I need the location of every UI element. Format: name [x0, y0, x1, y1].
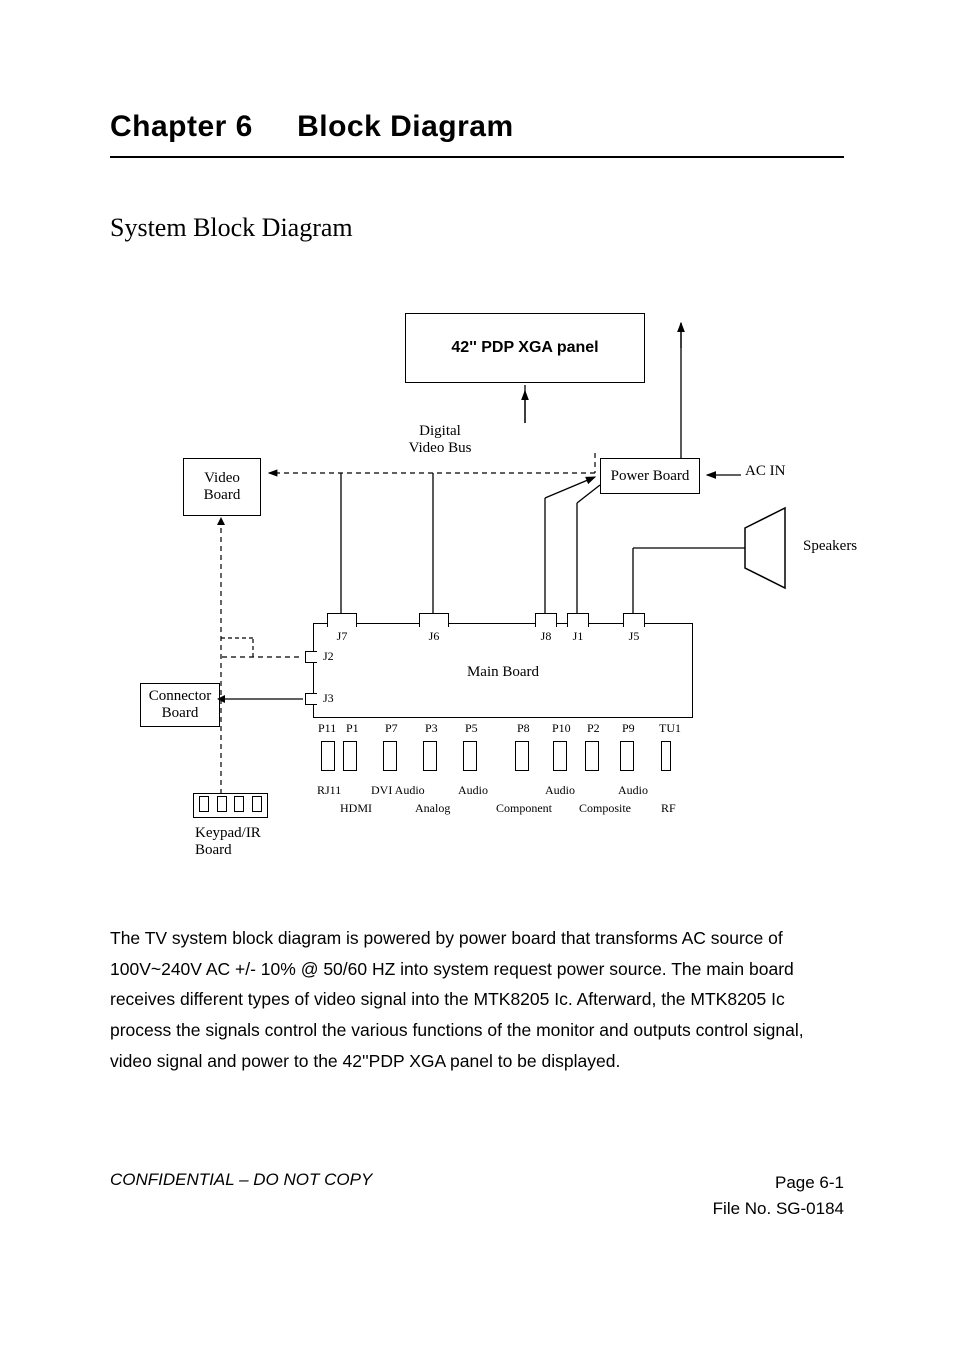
composite-label: Composite: [579, 801, 631, 816]
j1-label: J1: [563, 629, 593, 644]
ac-in-label: AC IN: [745, 463, 785, 480]
j5-port: [623, 613, 645, 627]
dvi-audio-label: DVI Audio: [371, 783, 425, 798]
chapter-title: Chapter 6 Block Diagram: [110, 110, 844, 158]
keypad-ir-box: [193, 793, 268, 818]
port-p11: [321, 741, 335, 771]
p11-label: P11: [318, 721, 336, 736]
port-p2: [585, 741, 599, 771]
port-p3: [423, 741, 437, 771]
j6-port: [419, 613, 449, 627]
j5-label: J5: [619, 629, 649, 644]
j7-port: [327, 613, 357, 627]
p7-label: P7: [385, 721, 398, 736]
analog-label: Analog: [415, 801, 450, 816]
panel-box: 42'' PDP XGA panel: [405, 313, 645, 383]
j3-label: J3: [323, 691, 334, 706]
port-tu1: [661, 741, 671, 771]
port-p1: [343, 741, 357, 771]
section-title: System Block Diagram: [110, 213, 844, 243]
p2-label: P2: [587, 721, 600, 736]
j2-label: J2: [323, 649, 334, 664]
p3-label: P3: [425, 721, 438, 736]
j8-label: J8: [531, 629, 561, 644]
rj11-label: RJ11: [317, 783, 341, 798]
p8-label: P8: [517, 721, 530, 736]
j8-port: [535, 613, 557, 627]
main-board-label: Main Board: [314, 664, 692, 681]
p9-label: P9: [622, 721, 635, 736]
connector-board-box: Connector Board: [140, 683, 220, 727]
footer-confidential: CONFIDENTIAL – DO NOT COPY: [110, 1170, 372, 1221]
j2-port: [305, 651, 317, 663]
port-p10: [553, 741, 567, 771]
footer: CONFIDENTIAL – DO NOT COPY Page 6-1 File…: [110, 1170, 844, 1221]
digital-video-bus-label: Digital Video Bus: [385, 423, 495, 457]
footer-file-no: File No. SG-0184: [713, 1196, 844, 1222]
p1-label: P1: [346, 721, 359, 736]
rf-label: RF: [661, 801, 676, 816]
page: Chapter 6 Block Diagram System Block Dia…: [0, 0, 954, 1351]
p5-label: P5: [465, 721, 478, 736]
audio-label-3: Audio: [618, 783, 648, 798]
port-p5: [463, 741, 477, 771]
footer-page: Page 6-1: [713, 1170, 844, 1196]
audio-label-1: Audio: [458, 783, 488, 798]
keypad-ir-label: Keypad/IR Board: [195, 825, 261, 859]
video-board-box: Video Board: [183, 458, 261, 516]
port-p8: [515, 741, 529, 771]
port-p9: [620, 741, 634, 771]
block-diagram: 42'' PDP XGA panel Video Board Digital V…: [125, 273, 845, 893]
body-paragraph: The TV system block diagram is powered b…: [110, 923, 844, 1076]
chapter-number: Chapter 6: [110, 110, 253, 143]
power-board-box: Power Board: [600, 458, 700, 494]
tu1-label: TU1: [659, 721, 681, 736]
component-label: Component: [496, 801, 552, 816]
p10-label: P10: [552, 721, 571, 736]
j1-port: [567, 613, 589, 627]
j7-label: J7: [327, 629, 357, 644]
chapter-name: Block Diagram: [297, 110, 514, 143]
audio-label-2: Audio: [545, 783, 575, 798]
speakers-label: Speakers: [803, 538, 857, 555]
hdmi-label: HDMI: [340, 801, 372, 816]
port-p7: [383, 741, 397, 771]
j3-port: [305, 693, 317, 705]
j6-label: J6: [419, 629, 449, 644]
